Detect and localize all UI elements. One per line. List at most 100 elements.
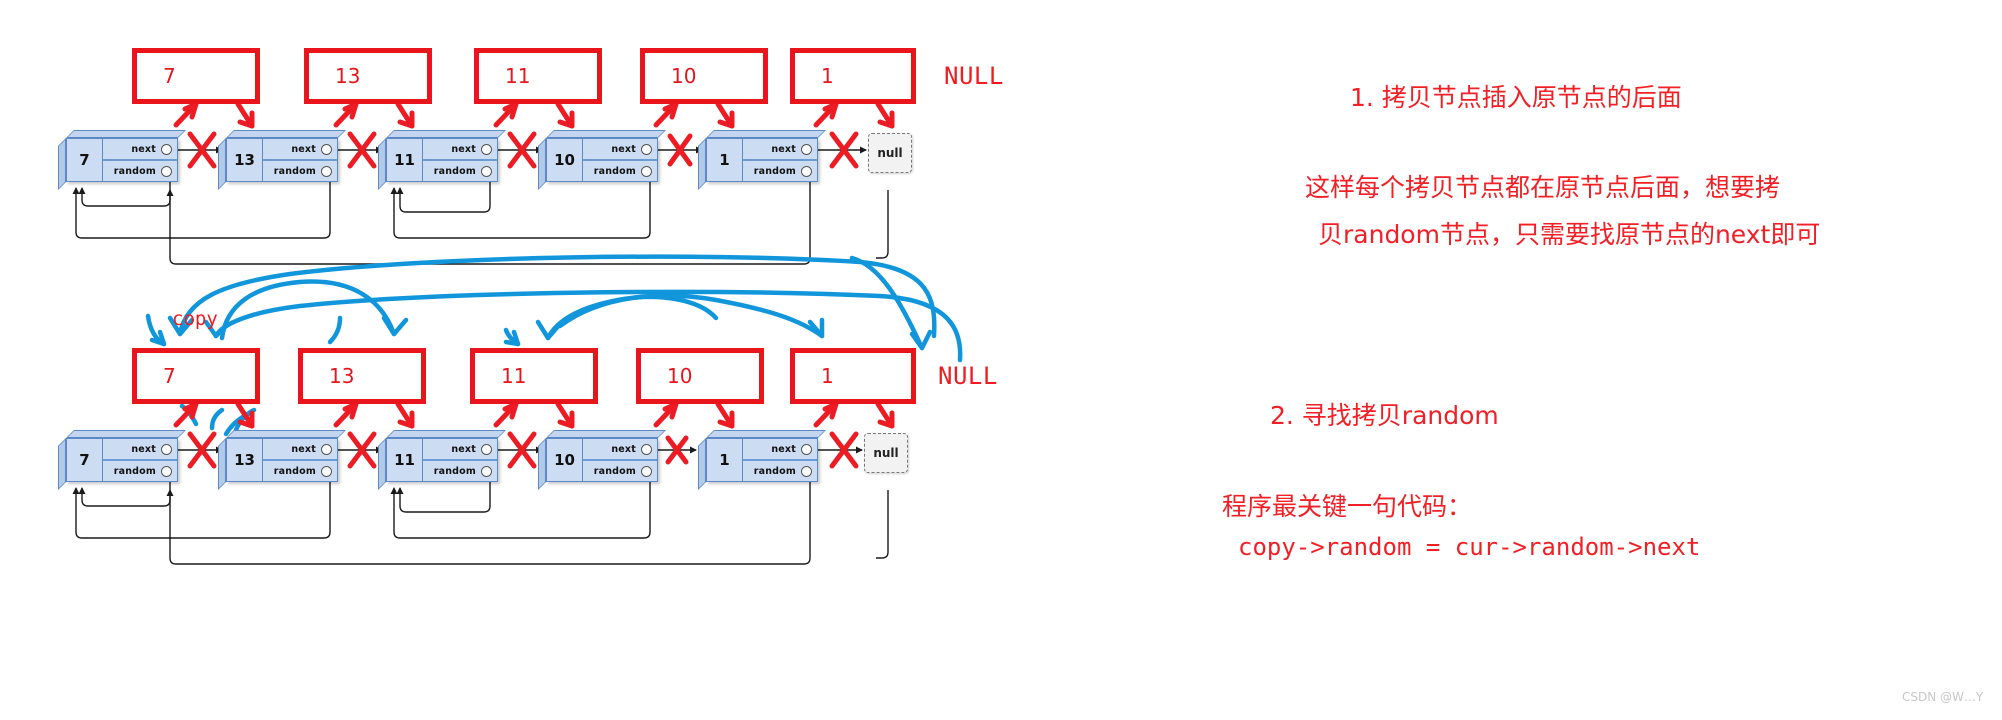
copy-value: 10	[667, 364, 693, 388]
copy-value: 7	[163, 364, 176, 388]
node-random-field: random	[263, 461, 337, 481]
row1-node-4: 1 next random	[698, 130, 826, 190]
copy-value: 10	[671, 64, 697, 88]
random-dot-icon	[801, 165, 812, 177]
node-next-field: next	[263, 139, 337, 161]
random-dot-icon	[321, 465, 332, 477]
node-random-field: random	[583, 461, 657, 481]
copy-annotation-label: copy	[172, 308, 218, 330]
next-dot-icon	[481, 143, 492, 155]
row2-node-0: 7 next random	[58, 430, 186, 490]
node-top-face	[706, 130, 826, 138]
random-label: random	[433, 465, 476, 477]
row1-null-label: NULL	[944, 62, 1004, 90]
next-dot-icon	[161, 143, 172, 155]
node-random-field: random	[743, 161, 817, 181]
row2-red-arrows	[173, 401, 895, 429]
next-label: next	[771, 143, 796, 155]
next-label: next	[131, 143, 156, 155]
node-next-field: next	[583, 439, 657, 461]
random-label: random	[433, 165, 476, 177]
node-side-face	[538, 438, 546, 490]
row1-copy-box-0: 7	[132, 48, 260, 104]
node-side-face	[378, 138, 386, 190]
node-next-field: next	[103, 439, 177, 461]
node-front-face: 10 next random	[546, 138, 658, 182]
node-fields: next random	[743, 439, 817, 481]
next-label: next	[131, 443, 156, 455]
note-key-code: copy->random = cur->random->next	[1238, 533, 1701, 561]
row1-copy-box-4: 1	[790, 48, 916, 104]
node-random-field: random	[423, 161, 497, 181]
node-value: 7	[67, 439, 103, 481]
random-label: random	[113, 165, 156, 177]
row1-null-terminal: null	[868, 133, 912, 173]
row2-node-3: 10 next random	[538, 430, 666, 490]
row2-copy-box-2: 11	[470, 348, 598, 404]
next-dot-icon	[641, 143, 652, 155]
note-explain-line-1: 这样每个拷贝节点都在原节点后面，想要拷	[1305, 173, 1781, 202]
node-top-face	[546, 430, 666, 438]
copy-value: 13	[335, 64, 361, 88]
node-top-face	[546, 130, 666, 138]
node-next-field: next	[103, 139, 177, 161]
row2-null-label: NULL	[938, 362, 998, 390]
row1-node-0: 7 next random	[58, 130, 186, 190]
node-side-face	[698, 138, 706, 190]
node-side-face	[218, 438, 226, 490]
copy-value: 11	[505, 64, 531, 88]
node-fields: next random	[423, 139, 497, 181]
random-dot-icon	[481, 465, 492, 477]
node-side-face	[58, 138, 66, 190]
next-label: next	[291, 443, 316, 455]
node-value: 10	[547, 439, 583, 481]
random-dot-icon	[321, 165, 332, 177]
row2-random-arrows	[72, 472, 889, 565]
row2-copy-box-3: 10	[636, 348, 764, 404]
copy-value: 13	[329, 364, 355, 388]
next-dot-icon	[481, 443, 492, 455]
next-label: next	[451, 143, 476, 155]
next-label: next	[771, 443, 796, 455]
random-dot-icon	[161, 165, 172, 177]
row1-copy-box-1: 13	[304, 48, 432, 104]
row2-null-terminal: null	[864, 433, 908, 473]
node-side-face	[698, 438, 706, 490]
note-step-2: 2. 寻找拷贝random	[1270, 401, 1499, 430]
copy-value: 1	[821, 64, 834, 88]
node-front-face: 13 next random	[226, 438, 338, 482]
row2-copy-box-1: 13	[298, 348, 426, 404]
next-dot-icon	[801, 443, 812, 455]
random-label: random	[273, 165, 316, 177]
node-value: 1	[707, 139, 743, 181]
random-dot-icon	[801, 465, 812, 477]
row1-node-3: 10 next random	[538, 130, 666, 190]
row2-node-1: 13 next random	[218, 430, 346, 490]
node-random-field: random	[103, 461, 177, 481]
node-front-face: 11 next random	[386, 138, 498, 182]
node-top-face	[66, 130, 186, 138]
node-value: 10	[547, 139, 583, 181]
random-label: random	[753, 465, 796, 477]
node-next-field: next	[743, 139, 817, 161]
random-label: random	[753, 165, 796, 177]
next-dot-icon	[801, 143, 812, 155]
node-fields: next random	[743, 139, 817, 181]
next-label: next	[451, 443, 476, 455]
node-value: 1	[707, 439, 743, 481]
random-label: random	[593, 465, 636, 477]
node-fields: next random	[103, 139, 177, 181]
node-front-face: 7 next random	[66, 438, 178, 482]
node-fields: next random	[583, 139, 657, 181]
row1-random-arrows	[72, 172, 889, 265]
node-top-face	[386, 130, 506, 138]
node-random-field: random	[423, 461, 497, 481]
random-label: random	[593, 165, 636, 177]
node-front-face: 1 next random	[706, 138, 818, 182]
node-next-field: next	[583, 139, 657, 161]
node-top-face	[226, 130, 346, 138]
node-random-field: random	[263, 161, 337, 181]
node-front-face: 11 next random	[386, 438, 498, 482]
random-dot-icon	[641, 165, 652, 177]
node-fields: next random	[263, 439, 337, 481]
